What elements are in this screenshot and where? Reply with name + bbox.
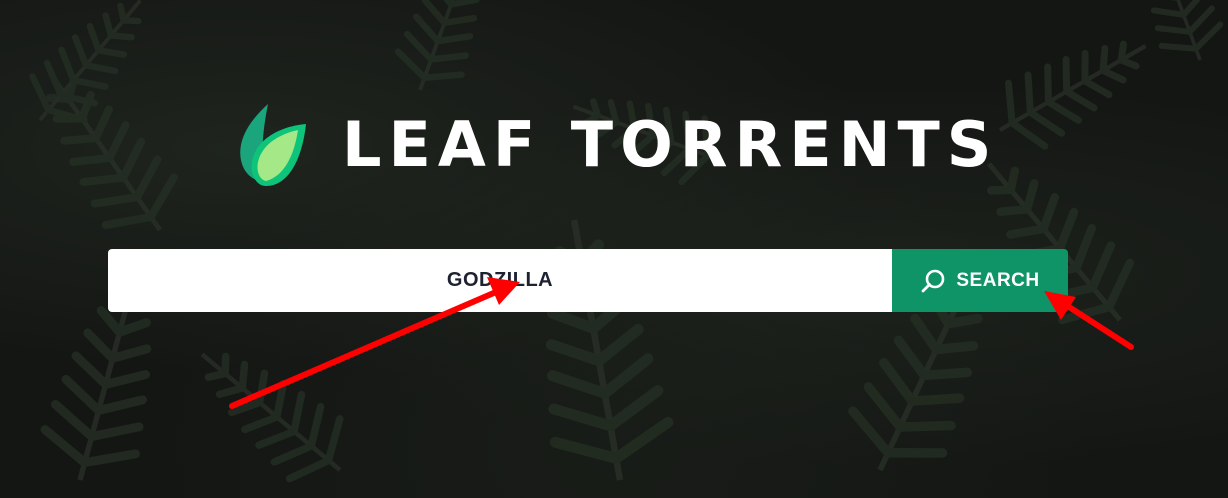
search-bar: SEARCH <box>108 249 1068 312</box>
site-title: LEAF TORRENTS <box>342 108 999 181</box>
search-button[interactable]: SEARCH <box>892 249 1068 312</box>
page: LEAF TORRENTS SEARCH <box>0 0 1228 498</box>
site-logo[interactable]: LEAF TORRENTS <box>236 100 998 190</box>
search-icon <box>921 269 945 292</box>
search-button-label: SEARCH <box>956 269 1040 291</box>
leaf-icon <box>240 104 306 186</box>
search-input[interactable] <box>108 249 892 312</box>
